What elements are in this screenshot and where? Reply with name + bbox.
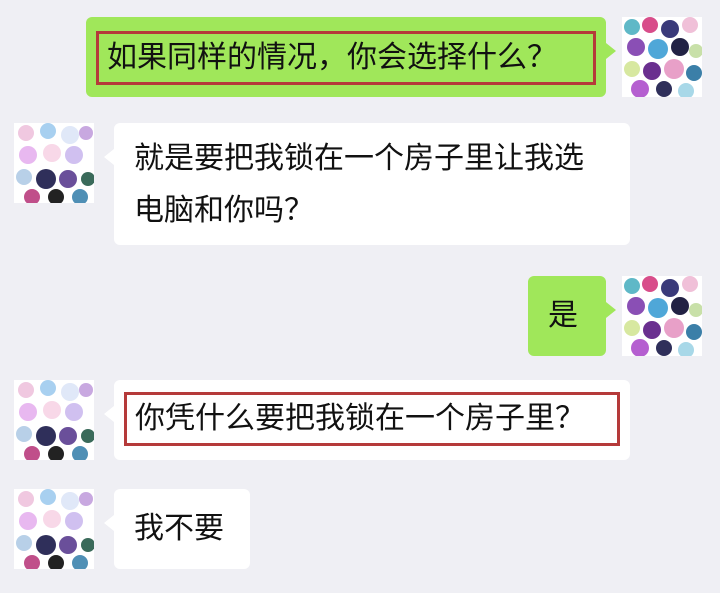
message-text-line-2: 电脑和你吗？ <box>134 193 314 228</box>
message-bubble-incoming[interactable]: 我不要 <box>104 489 250 569</box>
contact-avatar-icon[interactable] <box>14 489 94 569</box>
contact-avatar-icon[interactable] <box>14 123 94 203</box>
self-avatar-icon[interactable] <box>622 17 702 97</box>
highlighted-message-text: 你凭什么要把我锁在一个房子里？ <box>124 392 620 446</box>
highlighted-message-text: 如果同样的情况，你会选择什么？ <box>96 31 596 85</box>
message-bubble-incoming[interactable]: 你凭什么要把我锁在一个房子里？ <box>104 380 630 460</box>
contact-avatar-icon[interactable] <box>14 380 94 460</box>
message-bubble-outgoing[interactable]: 是 <box>528 276 616 356</box>
message-text: 我不要 <box>134 511 224 546</box>
self-avatar-icon[interactable] <box>622 276 702 356</box>
message-text-line-1: 就是要把我锁在一个房子里让我选 <box>134 141 584 176</box>
message-text: 是 <box>548 298 578 333</box>
message-bubble-incoming[interactable]: 就是要把我锁在一个房子里让我选 电脑和你吗？ <box>104 123 630 245</box>
message-bubble-outgoing[interactable]: 如果同样的情况，你会选择什么？ <box>86 17 616 97</box>
